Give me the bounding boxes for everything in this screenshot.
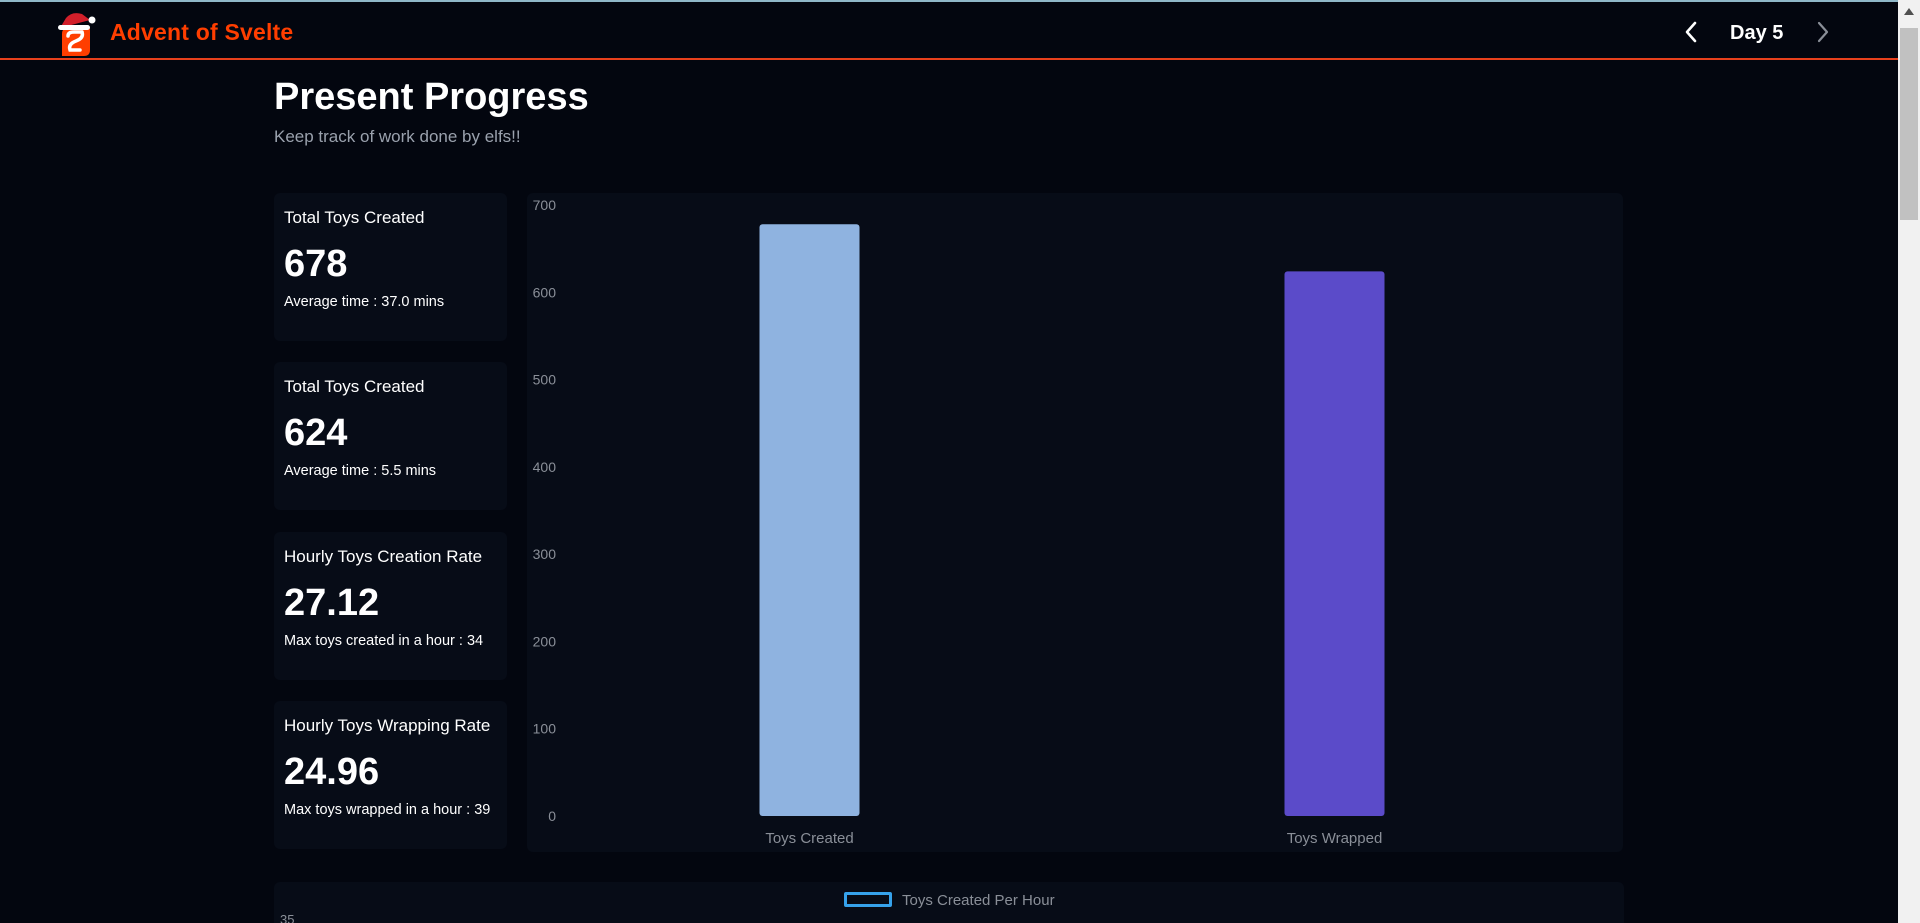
stat-card-wrapping-rate: Hourly Toys Wrapping Rate 24.96 Max toys… [274, 701, 507, 849]
y-tick-label: 600 [533, 284, 557, 300]
y-tick-label: 100 [533, 721, 557, 737]
stat-card-toys-created: Total Toys Created 678 Average time : 37… [274, 193, 507, 341]
y-tick-label: 700 [533, 197, 557, 213]
y-tick-label: 400 [533, 459, 557, 475]
y-tick-label: 35 [280, 912, 295, 923]
stat-card-subtext: Max toys wrapped in a hour : 39 [284, 802, 491, 818]
scrollbar-thumb[interactable] [1900, 28, 1918, 220]
stat-card-subtext: Average time : 37.0 mins [284, 294, 445, 310]
toys-bar-chart: 0 100 200 300 400 500 600 700 Toys Created Toys W… [533, 197, 1385, 847]
stat-card-title: Hourly Toys Creation Rate [284, 547, 483, 566]
bar-toys-wrapped[interactable] [1284, 271, 1385, 816]
stat-card-title: Total Toys Created [284, 208, 425, 227]
legend-label[interactable]: Toys Created Per Hour [902, 892, 1055, 909]
stat-card-title: Total Toys Created [284, 377, 425, 396]
page-scrollbar[interactable] [1898, 0, 1920, 923]
brand-title[interactable]: Advent of Svelte [110, 19, 293, 46]
y-tick-label: 500 [533, 372, 557, 388]
scroll-up-arrow-icon[interactable] [1904, 7, 1914, 15]
stat-card-value: 24.96 [284, 751, 380, 793]
day-label: Day 5 [1730, 22, 1784, 44]
legend-swatch[interactable] [844, 892, 892, 907]
toys-bar-chart-panel: 0 100 200 300 400 500 600 700 Toys Created Toys W… [527, 193, 1623, 852]
y-tick-label: 200 [533, 633, 557, 649]
stat-card-subtext: Max toys created in a hour : 34 [284, 633, 484, 649]
stat-card-subtext: Average time : 5.5 mins [284, 463, 437, 479]
chevron-right-icon[interactable] [1812, 18, 1834, 46]
y-tick-label: 0 [548, 808, 556, 824]
y-tick-label: 300 [533, 546, 557, 562]
hourly-line-chart-panel: Toys Created Per Hour 35 [274, 882, 1624, 923]
chevron-left-icon[interactable] [1680, 18, 1702, 46]
stat-card-creation-rate: Hourly Toys Creation Rate 27.12 Max toys… [274, 532, 507, 680]
stat-card-value: 678 [284, 243, 348, 285]
stat-card-value: 624 [284, 412, 348, 454]
svelte-santa-logo-icon[interactable] [54, 10, 98, 56]
stat-card-title: Hourly Toys Wrapping Rate [284, 716, 491, 735]
stat-card-value: 27.12 [284, 582, 380, 624]
page-title: Present Progress [274, 76, 589, 118]
bar-toys-created[interactable] [759, 224, 860, 816]
top-navbar: Advent of Svelte Day 5 [0, 0, 1898, 60]
page-subtitle: Keep track of work done by elfs!! [274, 127, 521, 146]
x-tick-label: Toys Wrapped [1287, 830, 1383, 847]
stat-card-toys-wrapped: Total Toys Created 624 Average time : 5.… [274, 362, 507, 510]
x-tick-label: Toys Created [765, 830, 853, 847]
app-root: Advent of Svelte Day 5 Present Progress … [0, 0, 1920, 923]
